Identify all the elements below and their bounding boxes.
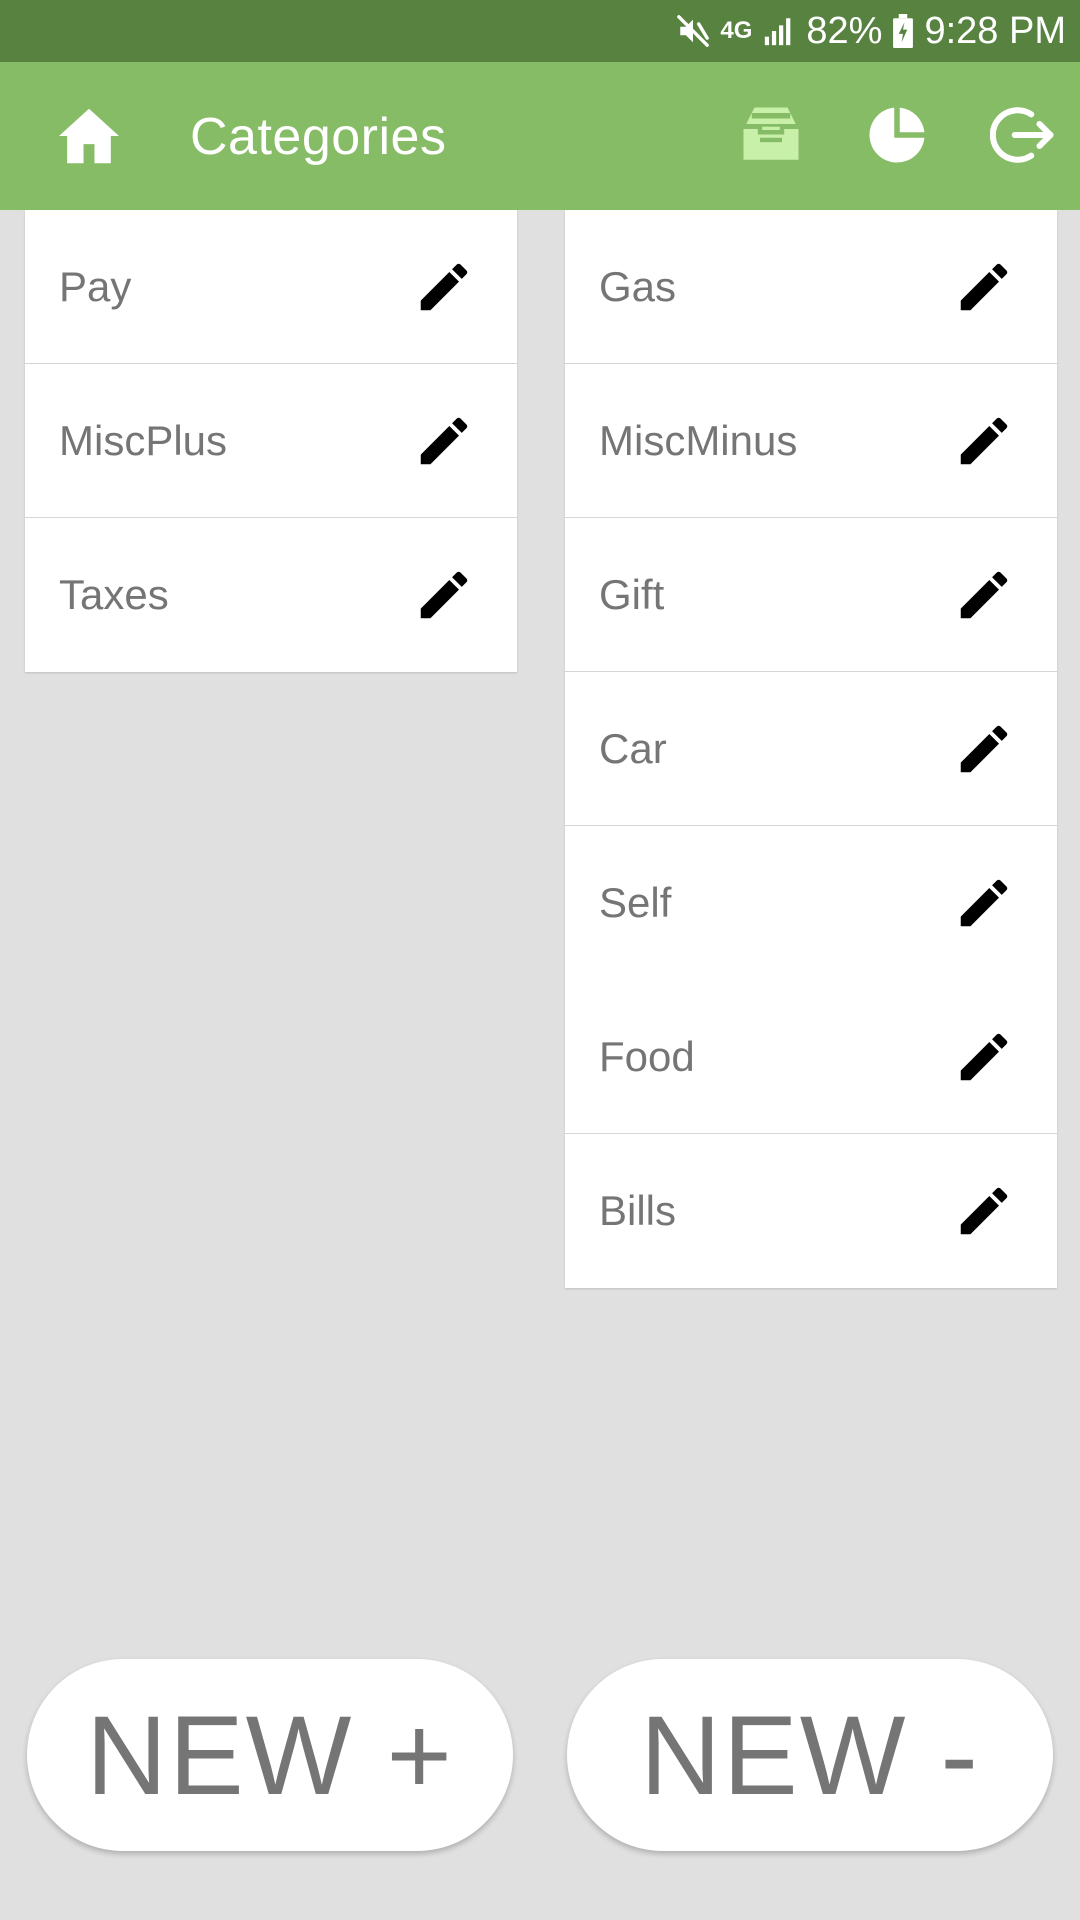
edit-icon[interactable]: [413, 410, 475, 472]
page-title: Categories: [190, 108, 447, 166]
income-category-list: Pay MiscPlus Taxes: [25, 210, 517, 672]
category-label: Food: [599, 1032, 695, 1080]
network-4g-icon: 4G: [720, 17, 753, 44]
category-label: MiscPlus: [59, 416, 228, 464]
battery-level: 82%: [806, 9, 883, 52]
edit-icon[interactable]: [953, 1180, 1015, 1242]
clock: 9:28 PM: [924, 9, 1066, 52]
edit-icon[interactable]: [953, 410, 1015, 472]
new-expense-category-button[interactable]: NEW -: [567, 1659, 1053, 1851]
inbox-icon[interactable]: [738, 102, 804, 168]
expense-category-list: Gas MiscMinus Gift Car Self Food Bills: [565, 210, 1057, 1288]
list-item[interactable]: MiscPlus: [25, 364, 517, 518]
new-income-category-button[interactable]: NEW +: [27, 1659, 513, 1851]
edit-icon[interactable]: [953, 1026, 1015, 1088]
list-item[interactable]: Gas: [565, 210, 1057, 364]
edit-icon[interactable]: [413, 256, 475, 318]
mute-icon: [676, 14, 710, 48]
list-item[interactable]: MiscMinus: [565, 364, 1057, 518]
list-item[interactable]: Self: [565, 826, 1057, 980]
category-label: Car: [599, 724, 667, 772]
category-label: Gas: [599, 262, 677, 310]
edit-icon[interactable]: [953, 256, 1015, 318]
app-bar: Categories: [0, 62, 1080, 210]
edit-icon[interactable]: [413, 564, 475, 626]
list-item[interactable]: Food: [565, 980, 1057, 1134]
list-item[interactable]: Pay: [25, 210, 517, 364]
category-label: Gift: [599, 570, 665, 618]
battery-charging-icon: [892, 14, 914, 48]
pie-chart-icon[interactable]: [864, 102, 930, 168]
edit-icon[interactable]: [953, 718, 1015, 780]
signal-icon: [762, 14, 796, 48]
list-item[interactable]: Car: [565, 672, 1057, 826]
home-icon[interactable]: [56, 106, 122, 166]
edit-icon[interactable]: [953, 872, 1015, 934]
list-item[interactable]: Bills: [565, 1134, 1057, 1288]
edit-icon[interactable]: [953, 564, 1015, 626]
category-label: Bills: [599, 1187, 677, 1234]
category-label: MiscMinus: [599, 416, 798, 464]
category-label: Taxes: [59, 571, 169, 618]
logout-icon[interactable]: [989, 102, 1056, 168]
status-bar: 4G 82% 9:28 PM: [0, 0, 1080, 62]
category-label: Pay: [59, 262, 132, 310]
list-item[interactable]: Gift: [565, 518, 1057, 672]
list-item[interactable]: Taxes: [25, 518, 517, 672]
category-label: Self: [599, 878, 672, 926]
